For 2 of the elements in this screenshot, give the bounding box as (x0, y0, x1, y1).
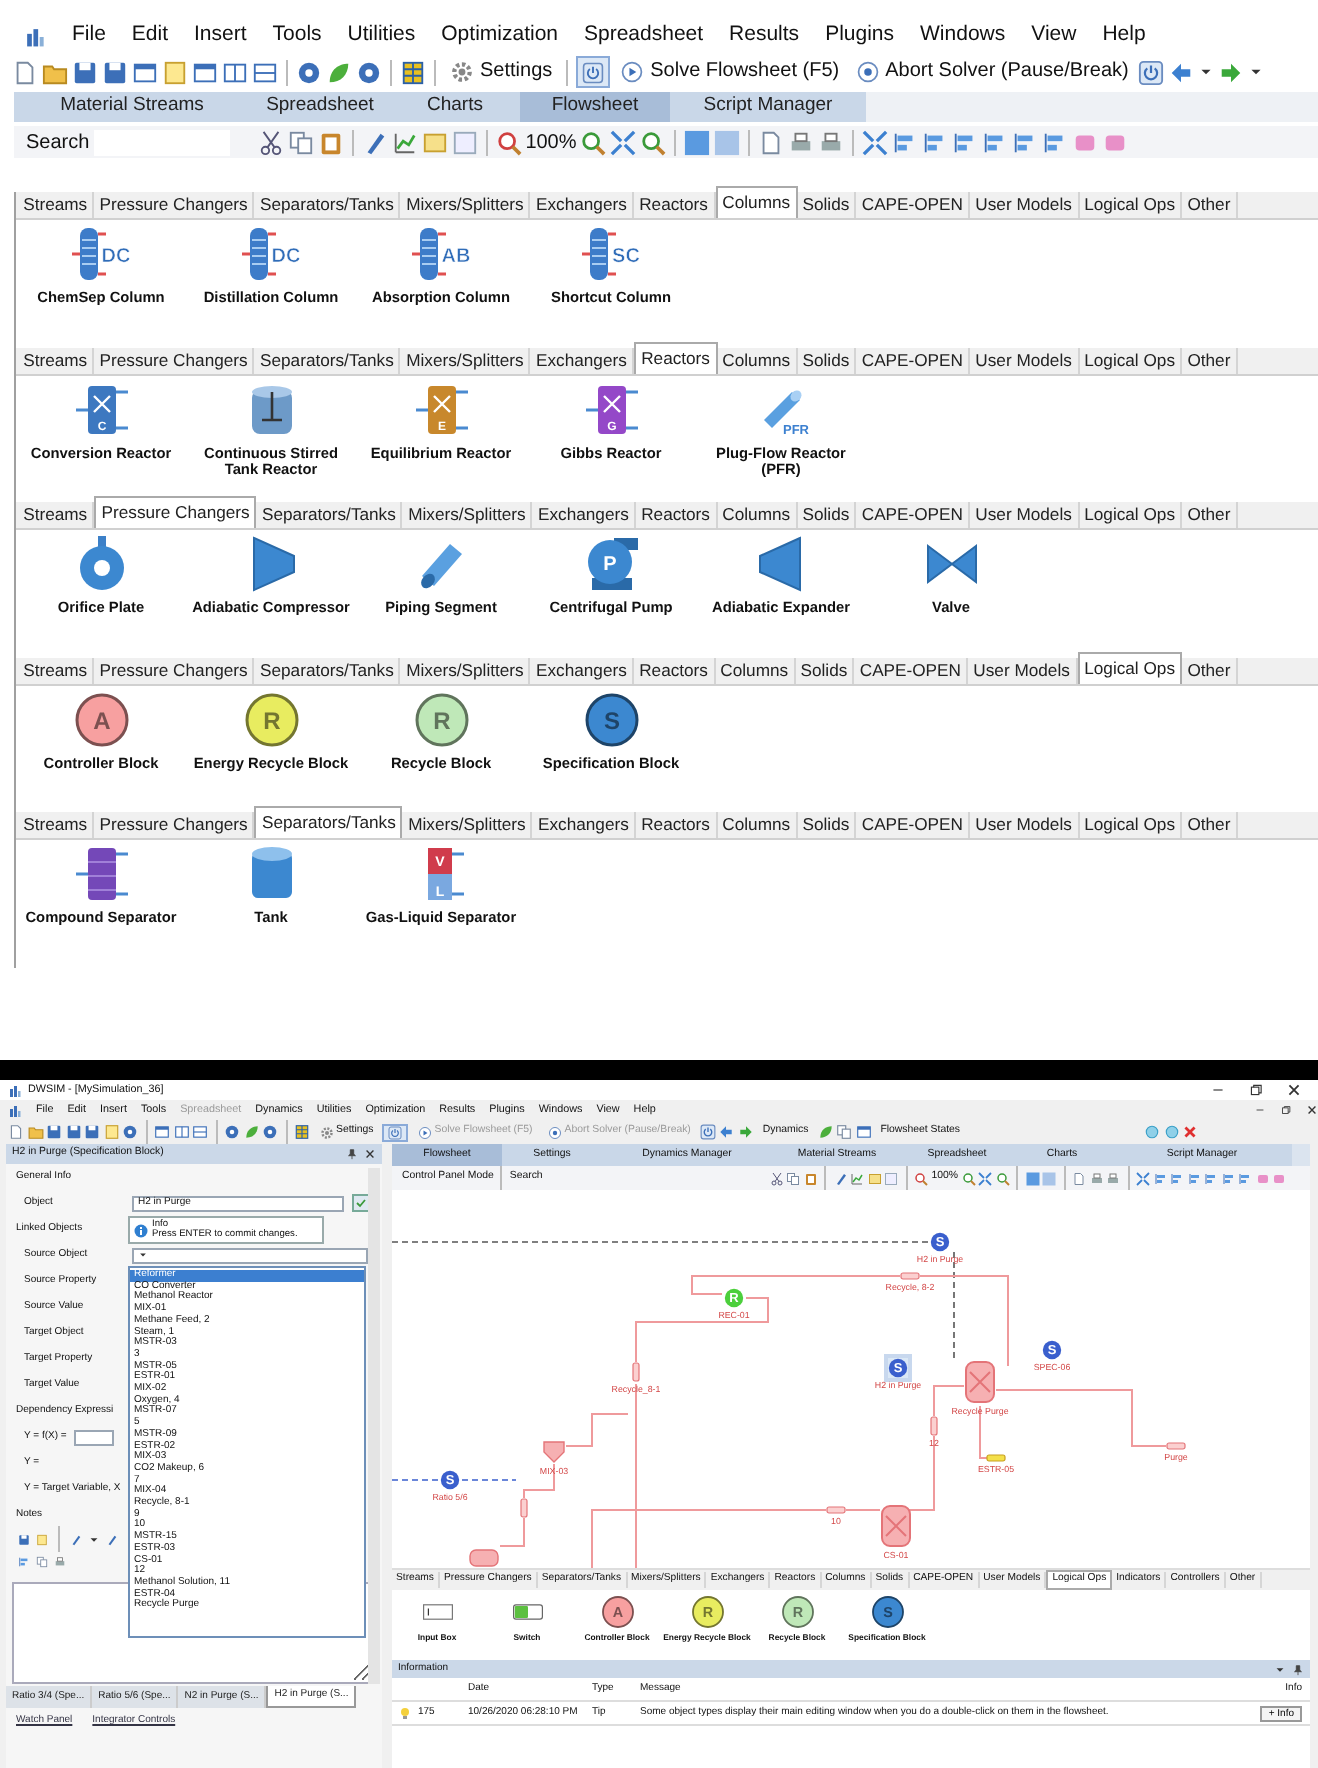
zoom-level: 100% (525, 129, 577, 157)
search-label: Search (24, 129, 90, 157)
